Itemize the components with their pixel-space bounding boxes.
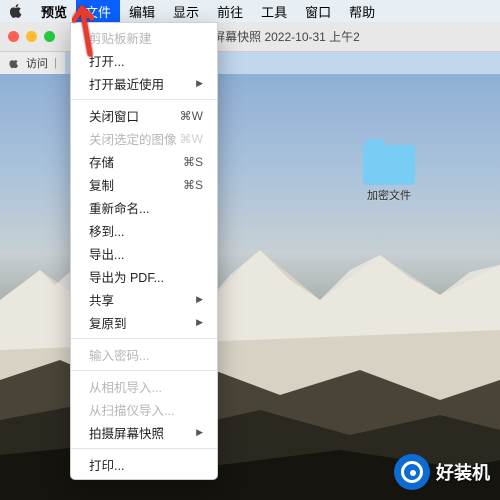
submenu-arrow-icon: ▶ xyxy=(196,78,203,89)
menu-go[interactable]: 前往 xyxy=(208,0,252,23)
submenu-arrow-icon: ▶ xyxy=(196,317,203,328)
menu-item-label: 移到... xyxy=(89,221,124,240)
toolbar-label: 访问 xyxy=(26,55,48,71)
toolbar: 访问 | xyxy=(0,52,65,74)
traffic-lights xyxy=(8,31,55,42)
menu-item-[interactable]: 共享 ▶ xyxy=(71,288,217,311)
menu-item-: 关闭选定的图像⌘W xyxy=(71,127,217,150)
menu-item-label: 关闭窗口 xyxy=(89,106,139,125)
menu-item-label: 剪贴板新建 xyxy=(89,28,152,47)
menu-item-label: 复制 xyxy=(89,175,114,194)
menu-item-label: 输入密码... xyxy=(89,345,149,364)
menu-separator xyxy=(71,338,217,339)
menubar: 预览 文件 编辑 显示 前往 工具 窗口 帮助 xyxy=(0,0,500,22)
menu-item-: 剪贴板新建 xyxy=(71,26,217,49)
menu-item-label: 打印... xyxy=(89,455,124,474)
menu-item-label: 打开最近使用 xyxy=(89,74,164,93)
menu-separator xyxy=(71,370,217,371)
apple-logo-icon xyxy=(8,3,24,19)
close-button[interactable] xyxy=(8,31,19,42)
menu-item-label: 导出为 PDF... xyxy=(89,267,164,286)
menu-item-[interactable]: 导出... xyxy=(71,242,217,265)
minimize-button[interactable] xyxy=(26,31,37,42)
watermark-logo-icon xyxy=(394,454,430,490)
menu-item-label: 从相机导入... xyxy=(89,377,162,396)
menu-item-label: 复原到 xyxy=(89,313,127,332)
menu-tools[interactable]: 工具 xyxy=(252,0,296,23)
menu-view[interactable]: 显示 xyxy=(164,0,208,23)
menu-help[interactable]: 帮助 xyxy=(340,0,384,23)
folder-label: 加密文件 xyxy=(367,187,411,203)
menu-item-[interactable]: 打开最近使用 ▶ xyxy=(71,72,217,95)
file-dropdown-menu: 剪贴板新建打开...打开最近使用▶关闭窗口⌘W关闭选定的图像⌘W存储⌘S复制⌘S… xyxy=(70,22,218,480)
watermark-text: 好装机 xyxy=(436,459,490,485)
menu-item-[interactable]: 打印... xyxy=(71,453,217,476)
menu-shortcut: ⌘W xyxy=(180,109,203,123)
apple-small-icon xyxy=(8,57,20,69)
menu-item-[interactable]: 打开... xyxy=(71,49,217,72)
menu-separator xyxy=(71,448,217,449)
menu-item-[interactable]: 存储 ⌘S xyxy=(71,150,217,173)
menu-item-: 从相机导入... xyxy=(71,375,217,398)
submenu-arrow-icon: ▶ xyxy=(196,427,203,438)
menu-item-[interactable]: 重新命名... xyxy=(71,196,217,219)
menu-item-: 输入密码... xyxy=(71,343,217,366)
menu-item-label: 重新命名... xyxy=(89,198,149,217)
menu-item-label: 从扫描仪导入... xyxy=(89,400,174,419)
menu-item-[interactable]: 移到... xyxy=(71,219,217,242)
menu-item-label: 关闭选定的图像 xyxy=(89,129,177,148)
watermark: 好装机 xyxy=(394,454,490,490)
menu-item-label: 导出... xyxy=(89,244,124,263)
menu-separator xyxy=(71,99,217,100)
folder-icon xyxy=(363,145,415,185)
menu-item-label: 共享 xyxy=(89,290,114,309)
menu-item-[interactable]: 拍摄屏幕快照 ▶ xyxy=(71,421,217,444)
desktop-folder[interactable]: 加密文件 xyxy=(363,145,415,203)
menu-item-: 从扫描仪导入... xyxy=(71,398,217,421)
menu-item-[interactable]: 复制 ⌘S xyxy=(71,173,217,196)
menu-edit[interactable]: 编辑 xyxy=(120,0,164,23)
menu-item-[interactable]: 复原到 ▶ xyxy=(71,311,217,334)
menu-shortcut: ⌘S xyxy=(183,178,203,192)
submenu-arrow-icon: ▶ xyxy=(196,294,203,305)
zoom-button[interactable] xyxy=(44,31,55,42)
menu-file[interactable]: 文件 xyxy=(76,0,120,23)
menu-item-label: 存储 xyxy=(89,152,114,171)
menu-window[interactable]: 窗口 xyxy=(296,0,340,23)
menu-item-pdf[interactable]: 导出为 PDF... xyxy=(71,265,217,288)
window-title: 屏幕快照 2022-10-31 上午2 xyxy=(213,28,360,45)
toolbar-separator: | xyxy=(54,57,57,69)
menu-item-label: 拍摄屏幕快照 xyxy=(89,423,164,442)
menu-item-[interactable]: 关闭窗口 ⌘W xyxy=(71,104,217,127)
menu-shortcut: ⌘W xyxy=(180,132,203,146)
menu-shortcut: ⌘S xyxy=(183,155,203,169)
app-name[interactable]: 预览 xyxy=(32,0,76,23)
menu-item-label: 打开... xyxy=(89,51,124,70)
